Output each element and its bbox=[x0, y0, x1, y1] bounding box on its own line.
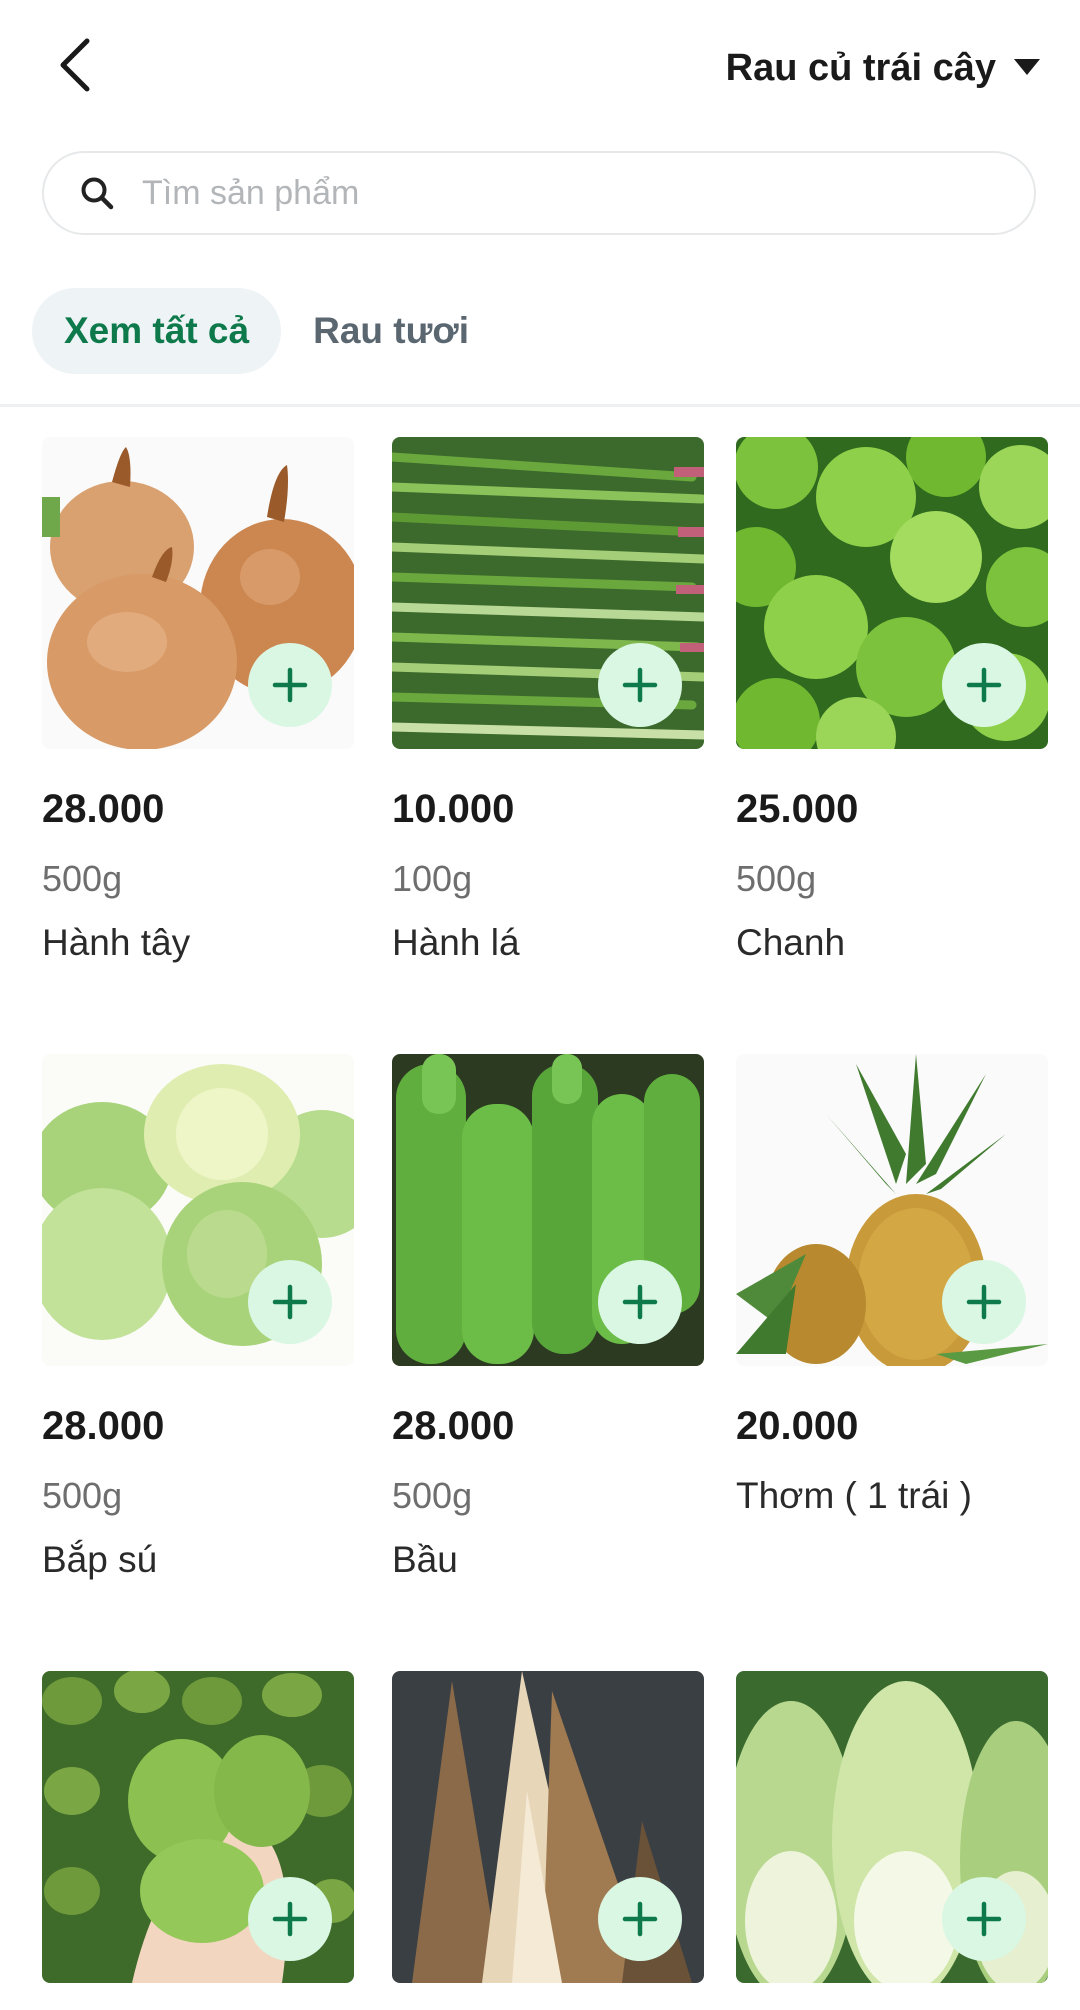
product-card[interactable]: 20.000 Thơm ( 1 trái ) bbox=[736, 1054, 1048, 1517]
product-card[interactable]: 28.000 500g Bầu bbox=[392, 1054, 704, 1581]
add-to-cart-button[interactable] bbox=[248, 1877, 332, 1961]
product-card[interactable]: 10.000 100g Hành lá bbox=[392, 437, 704, 964]
product-name: Hành tây bbox=[42, 922, 191, 963]
plus-icon bbox=[622, 667, 658, 703]
product-price: 25.000 bbox=[736, 787, 859, 831]
chevron-left-icon bbox=[60, 38, 90, 92]
add-to-cart-button[interactable] bbox=[248, 1260, 332, 1344]
product-card[interactable] bbox=[736, 1671, 1048, 1983]
add-to-cart-button[interactable] bbox=[942, 643, 1026, 727]
product-image-napa-cabbage bbox=[736, 1671, 1048, 1983]
product-image-onion bbox=[42, 437, 354, 749]
tab-fresh-vegetables[interactable]: Rau tươi bbox=[281, 288, 501, 374]
plus-icon bbox=[622, 1284, 658, 1320]
product-price: 28.000 bbox=[42, 787, 165, 831]
product-card[interactable] bbox=[392, 1671, 704, 1983]
plus-icon bbox=[272, 1284, 308, 1320]
add-to-cart-button[interactable] bbox=[598, 1260, 682, 1344]
product-card[interactable] bbox=[42, 1671, 354, 1983]
product-name: Chanh bbox=[736, 922, 846, 963]
product-image-avocado bbox=[42, 1671, 354, 1983]
product-unit: 500g bbox=[736, 858, 817, 899]
product-image-lime bbox=[736, 437, 1048, 749]
product-card[interactable]: 28.000 500g Bắp sú bbox=[42, 1054, 354, 1581]
back-button[interactable] bbox=[40, 30, 110, 100]
plus-icon bbox=[272, 1901, 308, 1937]
product-price: 20.000 bbox=[736, 1404, 859, 1448]
add-to-cart-button[interactable] bbox=[598, 1877, 682, 1961]
plus-icon bbox=[966, 667, 1002, 703]
product-name: Bầu bbox=[392, 1539, 458, 1580]
product-name: Thơm ( 1 trái ) bbox=[736, 1475, 973, 1516]
divider bbox=[0, 404, 1080, 407]
plus-icon bbox=[622, 1901, 658, 1937]
search-icon bbox=[81, 177, 114, 210]
add-to-cart-button[interactable] bbox=[248, 643, 332, 727]
product-name: Bắp sú bbox=[42, 1539, 158, 1580]
category-selector[interactable]: Rau củ trái cây bbox=[726, 38, 1040, 98]
product-image-gourd bbox=[392, 1054, 704, 1366]
product-image-pineapple bbox=[736, 1054, 1048, 1366]
product-card[interactable]: 25.000 500g Chanh bbox=[736, 437, 1048, 964]
product-image-bamboo-shoot bbox=[392, 1671, 704, 1983]
plus-icon bbox=[966, 1901, 1002, 1937]
plus-icon bbox=[272, 667, 308, 703]
product-price: 10.000 bbox=[392, 787, 515, 831]
category-tabs: Xem tất cả Rau tươi bbox=[32, 288, 501, 374]
add-to-cart-button[interactable] bbox=[942, 1260, 1026, 1344]
product-unit: 500g bbox=[42, 1475, 123, 1516]
top-bar: Rau củ trái cây bbox=[0, 0, 1080, 130]
product-price: 28.000 bbox=[42, 1404, 165, 1448]
product-image-green-onion bbox=[392, 437, 704, 749]
add-to-cart-button[interactable] bbox=[942, 1877, 1026, 1961]
plus-icon bbox=[966, 1284, 1002, 1320]
product-unit: 500g bbox=[42, 858, 123, 899]
add-to-cart-button[interactable] bbox=[598, 643, 682, 727]
search-bar[interactable] bbox=[42, 151, 1036, 235]
search-input[interactable] bbox=[140, 172, 964, 214]
product-card[interactable]: 28.000 500g Hành tây bbox=[42, 437, 354, 964]
product-name: Hành lá bbox=[392, 922, 520, 963]
category-label: Rau củ trái cây bbox=[725, 46, 996, 89]
product-image-cabbage bbox=[42, 1054, 354, 1366]
tab-all[interactable]: Xem tất cả bbox=[32, 288, 282, 374]
product-unit: 500g bbox=[392, 1475, 473, 1516]
product-unit: 100g bbox=[392, 858, 473, 899]
product-price: 28.000 bbox=[392, 1404, 515, 1448]
caret-down-icon bbox=[1014, 59, 1040, 75]
